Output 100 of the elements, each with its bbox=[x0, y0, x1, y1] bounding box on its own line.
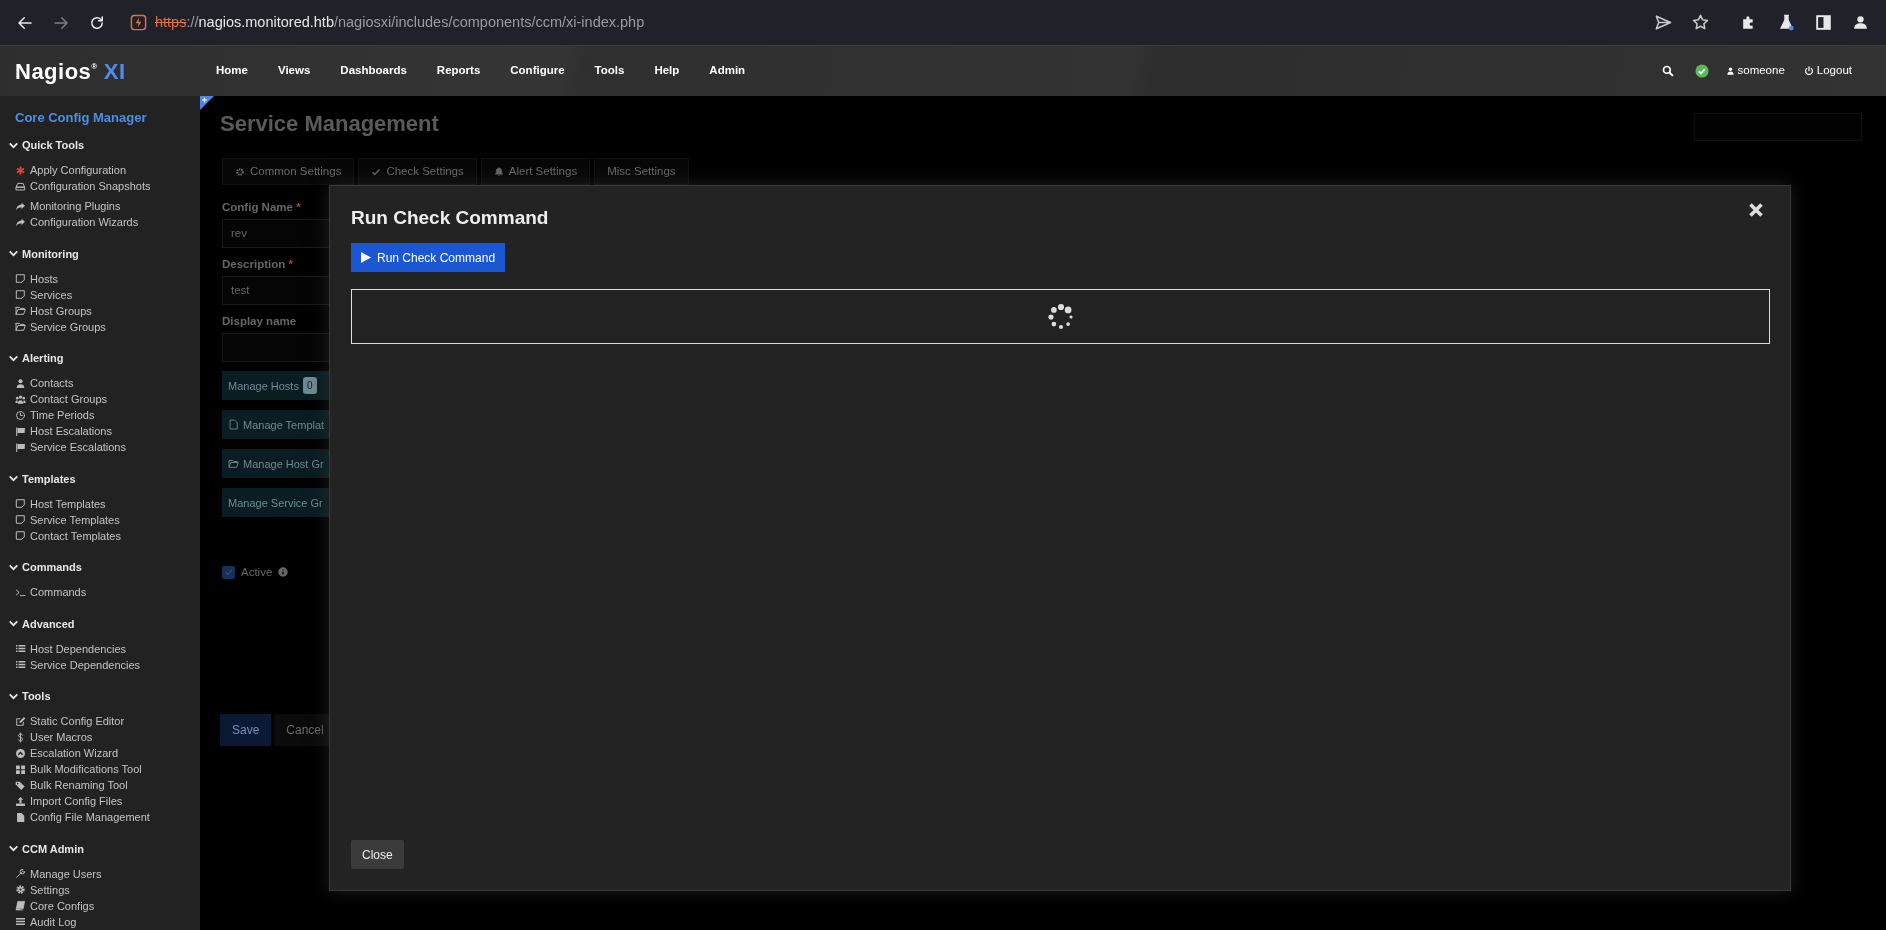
flask-icon[interactable] bbox=[1777, 13, 1796, 32]
manage-button[interactable]: Manage Templat bbox=[222, 410, 329, 440]
sidebar-item[interactable]: Configuration Snapshots bbox=[0, 178, 200, 194]
star-icon[interactable] bbox=[1691, 13, 1710, 32]
sidebar-item[interactable]: Host Escalations bbox=[0, 423, 200, 439]
url-text[interactable]: https://nagios.monitored.htb/nagiosxi/includes/components/ccm/xi-index.php bbox=[155, 11, 645, 34]
sidebar-item[interactable]: Settings bbox=[0, 881, 200, 898]
sidebar-item[interactable]: Contact Templates bbox=[0, 527, 200, 544]
corner-toggle[interactable] bbox=[200, 96, 214, 110]
sidebar-item[interactable]: Service Dependencies bbox=[0, 656, 200, 673]
sidebar-item[interactable]: Bulk Renaming Tool bbox=[0, 777, 200, 793]
profile-icon[interactable] bbox=[1851, 13, 1870, 32]
sidebar-item[interactable]: Apply Configuration bbox=[0, 162, 200, 178]
sidebar-item[interactable]: Config File Management bbox=[0, 809, 200, 825]
send-icon[interactable] bbox=[1654, 13, 1673, 32]
file-icon bbox=[15, 811, 26, 823]
sidebar-item[interactable]: Configuration Wizards bbox=[0, 214, 200, 230]
note-icon bbox=[15, 498, 26, 509]
section-header[interactable]: Monitoring bbox=[0, 245, 200, 262]
nav-link[interactable]: Tools bbox=[594, 62, 625, 80]
file-icon bbox=[228, 419, 239, 431]
search-icon[interactable] bbox=[1661, 65, 1674, 77]
chevron-circle-icon bbox=[15, 747, 26, 759]
sidebar-item[interactable]: Service Escalations bbox=[0, 439, 200, 455]
note-icon bbox=[15, 273, 26, 284]
nav-link[interactable]: Configure bbox=[510, 62, 565, 80]
section-header[interactable]: Templates bbox=[0, 470, 200, 487]
logo[interactable]: Nagios$^{®}$ XI bbox=[15, 58, 126, 84]
save-button[interactable]: Save bbox=[220, 714, 272, 747]
nav-link[interactable]: Admin bbox=[709, 62, 746, 80]
info-icon bbox=[278, 567, 289, 578]
tab[interactable]: Common Settings bbox=[222, 158, 355, 186]
check-icon bbox=[371, 166, 382, 177]
sidebar-item[interactable]: Static Config Editor bbox=[0, 713, 200, 729]
sidebar-item[interactable]: Hosts bbox=[0, 270, 200, 287]
clock-icon bbox=[15, 409, 26, 421]
nav-link[interactable]: Reports bbox=[436, 62, 481, 80]
section-header[interactable]: Advanced bbox=[0, 615, 200, 632]
sidebar-item[interactable]: Service Groups bbox=[0, 318, 200, 335]
list-icon bbox=[15, 643, 26, 654]
flag-icon bbox=[15, 425, 26, 437]
section-header[interactable]: Commands bbox=[0, 559, 200, 575]
upload-icon bbox=[15, 795, 26, 807]
site-info-icon[interactable] bbox=[130, 14, 147, 31]
nav-link[interactable]: Views bbox=[277, 62, 311, 80]
sidebar-icon[interactable] bbox=[1814, 13, 1833, 32]
folder-icon bbox=[15, 321, 26, 332]
tab[interactable]: Check Settings bbox=[358, 158, 477, 186]
edit-icon bbox=[15, 715, 26, 727]
section-header[interactable]: CCM Admin bbox=[0, 840, 200, 857]
section-header[interactable]: Quick Tools bbox=[0, 137, 200, 153]
nav-link[interactable]: Dashboards bbox=[340, 62, 407, 80]
tab[interactable]: Misc Settings bbox=[594, 158, 689, 186]
field-label: Description * bbox=[222, 257, 293, 272]
nav-link[interactable]: Help bbox=[654, 62, 680, 80]
reload-icon[interactable] bbox=[88, 13, 106, 32]
sidebar-item[interactable]: Contacts bbox=[0, 375, 200, 391]
sidebar-item[interactable]: Escalation Wizard bbox=[0, 745, 200, 761]
tab[interactable]: Alert Settings bbox=[480, 158, 591, 186]
sidebar-item[interactable]: Contact Groups bbox=[0, 391, 200, 407]
dollar-icon bbox=[15, 731, 26, 743]
sidebar-item[interactable]: Manage Users bbox=[0, 865, 200, 882]
sidebar-item[interactable]: Monitoring Plugins bbox=[0, 198, 200, 214]
sidebar-item[interactable]: Host Dependencies bbox=[0, 640, 200, 657]
sidebar-item[interactable]: Audit Log bbox=[0, 913, 200, 930]
check-circle-icon[interactable] bbox=[1694, 64, 1709, 78]
count-badge: 0 bbox=[302, 377, 317, 395]
manage-button[interactable]: Manage Host Gr bbox=[222, 449, 329, 479]
run-button[interactable]: Run Check Command bbox=[351, 243, 506, 272]
page-title: Service Management bbox=[220, 111, 439, 137]
logout-link[interactable]: Logout bbox=[1803, 62, 1852, 80]
sidebar-item[interactable]: Time Periods bbox=[0, 407, 200, 423]
sidebar-item[interactable]: Commands bbox=[0, 584, 200, 600]
close-button[interactable]: Close bbox=[351, 840, 404, 869]
field-label: Config Name * bbox=[222, 200, 301, 215]
sidebar-item[interactable]: Bulk Modifications Tool bbox=[0, 761, 200, 777]
grid-icon bbox=[15, 763, 26, 775]
manage-button[interactable]: Manage Hosts 0 bbox=[222, 371, 329, 401]
drive-icon bbox=[15, 180, 26, 192]
sidebar-item[interactable]: Services bbox=[0, 286, 200, 303]
sidebar-item[interactable]: User Macros bbox=[0, 729, 200, 745]
sidebar-item[interactable]: Import Config Files bbox=[0, 793, 200, 809]
section-header[interactable]: Alerting bbox=[0, 350, 200, 366]
checkbox-label: Active bbox=[241, 565, 273, 580]
sidebar-item[interactable]: Host Templates bbox=[0, 495, 200, 512]
book-icon bbox=[15, 900, 26, 911]
sidebar-title[interactable]: Core Config Manager bbox=[0, 109, 147, 127]
gear-icon bbox=[15, 884, 26, 895]
sidebar-item[interactable]: Service Templates bbox=[0, 511, 200, 528]
sidebar-item[interactable]: Host Groups bbox=[0, 302, 200, 319]
user-link[interactable]: someone bbox=[1725, 62, 1785, 80]
folder-icon bbox=[15, 305, 26, 316]
asterisk-icon bbox=[15, 164, 26, 176]
folder-icon bbox=[228, 458, 239, 470]
nav-link[interactable]: Home bbox=[216, 62, 248, 80]
close-icon[interactable] bbox=[1748, 202, 1764, 218]
manage-button[interactable]: Manage Service Gr bbox=[222, 488, 329, 518]
sidebar-item[interactable]: Core Configs bbox=[0, 897, 200, 914]
checkbox[interactable] bbox=[222, 565, 235, 579]
section-header[interactable]: Tools bbox=[0, 688, 200, 704]
